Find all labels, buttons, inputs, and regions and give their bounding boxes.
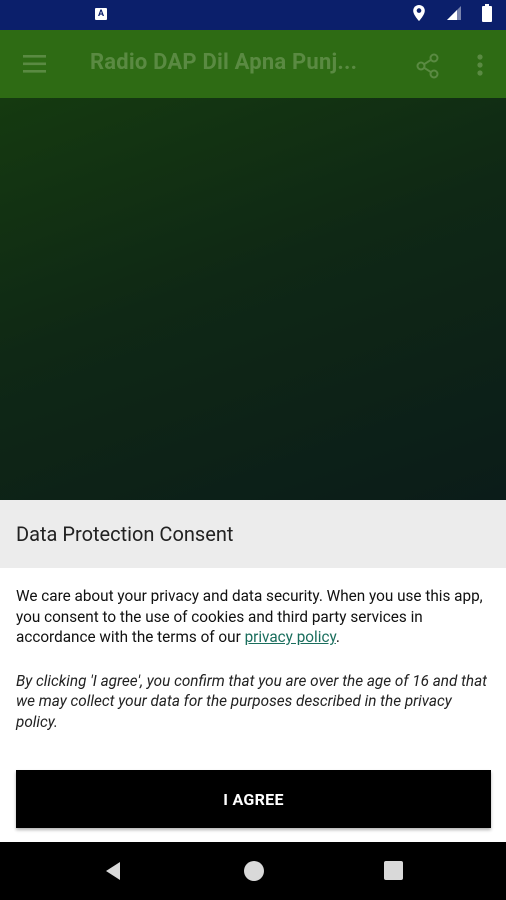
- content-background: [0, 98, 506, 500]
- location-icon: [412, 4, 426, 26]
- age-confirmation-text: By clicking 'I agree', you confirm that …: [16, 671, 488, 731]
- signal-icon: [446, 5, 462, 25]
- privacy-policy-link[interactable]: privacy policy: [245, 628, 336, 646]
- notification-badge-icon: A: [95, 8, 107, 20]
- hamburger-menu-icon[interactable]: [22, 52, 48, 76]
- back-icon[interactable]: [102, 860, 124, 882]
- dialog-title: Data Protection Consent: [16, 522, 234, 546]
- status-icons: [412, 4, 492, 26]
- system-nav-bar: [0, 842, 506, 900]
- dialog-header: Data Protection Consent: [0, 500, 506, 568]
- home-icon[interactable]: [244, 861, 264, 881]
- consent-dialog: Data Protection Consent We care about yo…: [0, 500, 506, 842]
- agree-button[interactable]: I AGREE: [16, 770, 491, 828]
- consent-body-end: .: [335, 628, 340, 646]
- battery-icon: [482, 4, 492, 26]
- recents-icon[interactable]: [384, 861, 403, 880]
- app-toolbar: Radio DAP Dil Apna Punj...: [0, 30, 506, 98]
- page-title: Radio DAP Dil Apna Punj...: [90, 50, 358, 75]
- consent-text: We care about your privacy and data secu…: [16, 586, 490, 648]
- more-vert-icon[interactable]: [470, 52, 490, 80]
- share-icon[interactable]: [414, 52, 442, 80]
- status-bar: A: [0, 0, 506, 30]
- dialog-body: We care about your privacy and data secu…: [0, 568, 506, 732]
